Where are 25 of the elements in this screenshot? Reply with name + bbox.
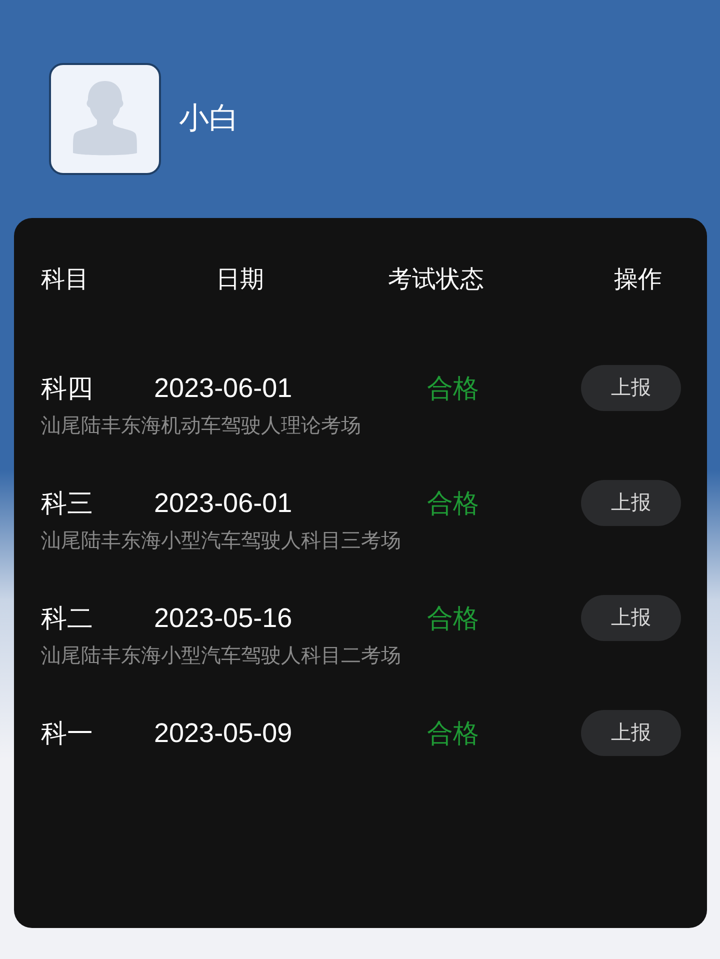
column-header: 操作 bbox=[614, 265, 662, 295]
subject-cell-text: 科一 bbox=[41, 717, 93, 750]
report-button[interactable]: 上报 bbox=[581, 480, 681, 526]
status-cell-text: 合格 bbox=[427, 602, 479, 635]
column-header: 科目 bbox=[41, 265, 89, 295]
date-cell-text: 2023-05-16 bbox=[154, 602, 292, 635]
column-header: 考试状态 bbox=[388, 265, 484, 295]
subject-cell-text: 科四 bbox=[41, 372, 93, 405]
column-header: 日期 bbox=[216, 265, 264, 295]
user-name: 小白 bbox=[179, 101, 239, 137]
subject-cell-text: 科二 bbox=[41, 602, 93, 635]
status-cell-text: 合格 bbox=[427, 372, 479, 405]
exam-location: 汕尾陆丰东海小型汽车驾驶人科目二考场 bbox=[41, 644, 401, 669]
status-cell-text: 合格 bbox=[427, 487, 479, 520]
date-cell-text: 2023-06-01 bbox=[154, 372, 292, 405]
person-silhouette-icon bbox=[73, 81, 137, 157]
report-button[interactable]: 上报 bbox=[581, 710, 681, 756]
report-button[interactable]: 上报 bbox=[581, 365, 681, 411]
status-cell-text: 合格 bbox=[427, 717, 479, 750]
date-cell-text: 2023-06-01 bbox=[154, 487, 292, 520]
report-button[interactable]: 上报 bbox=[581, 595, 681, 641]
exam-location: 汕尾陆丰东海机动车驾驶人理论考场 bbox=[41, 414, 361, 439]
exam-location: 汕尾陆丰东海小型汽车驾驶人科目三考场 bbox=[41, 529, 401, 554]
date-cell-text: 2023-05-09 bbox=[154, 717, 292, 750]
subject-cell-text: 科三 bbox=[41, 487, 93, 520]
